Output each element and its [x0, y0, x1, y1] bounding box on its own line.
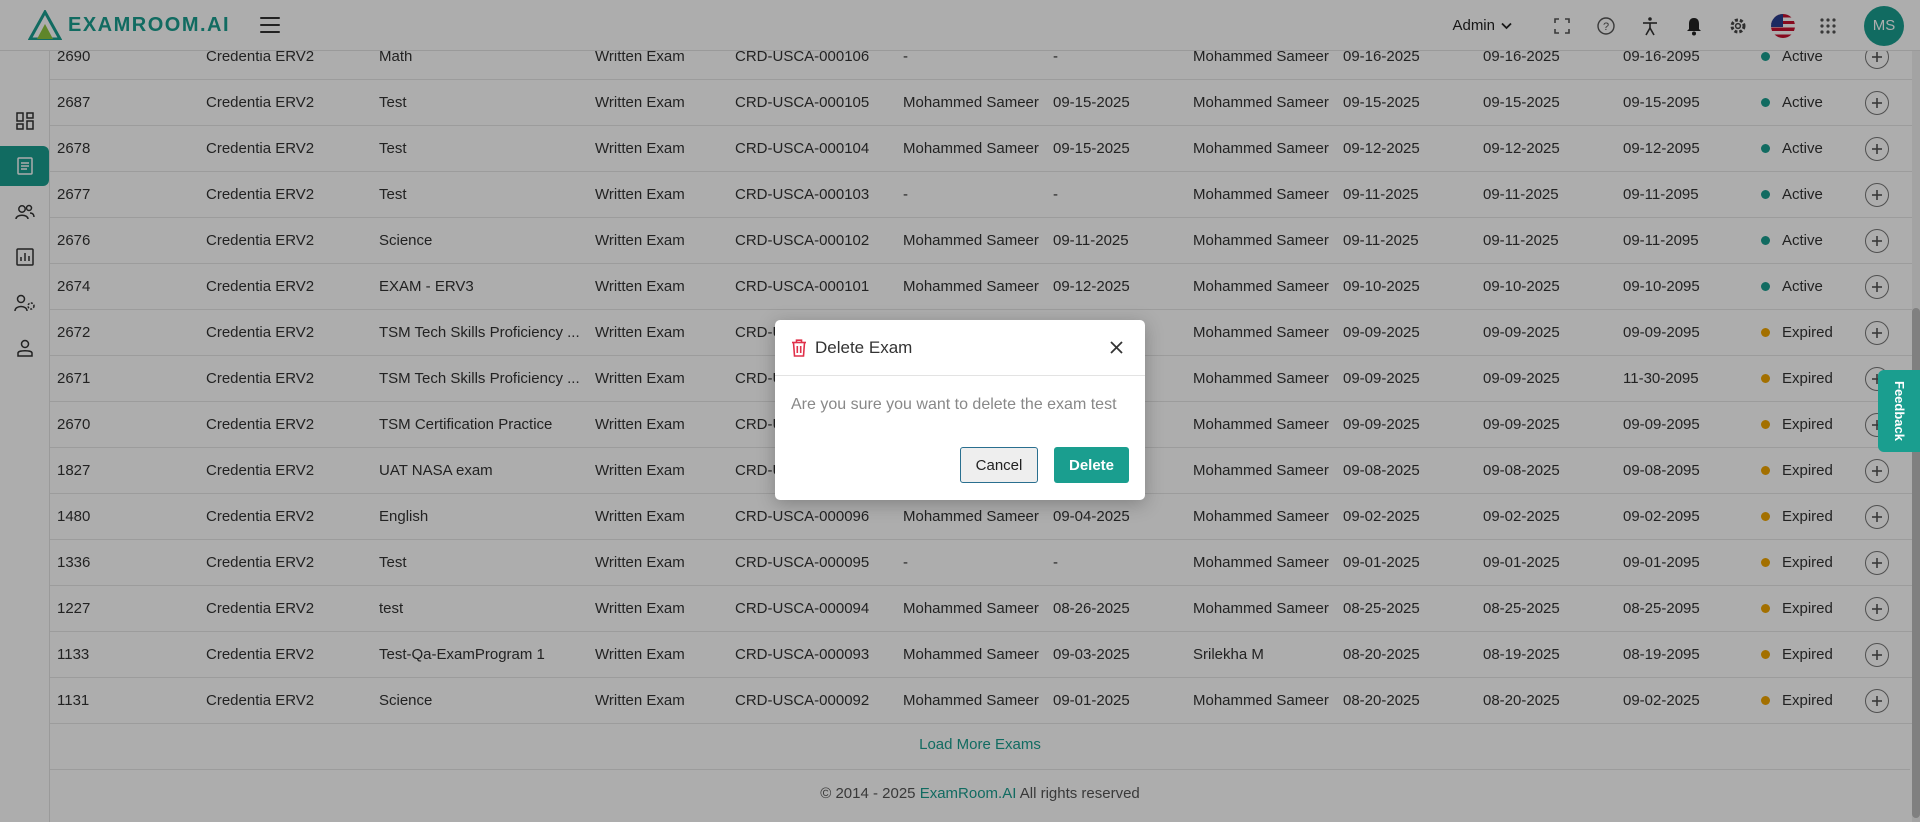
dialog-actions: Cancel Delete — [960, 447, 1129, 483]
dialog-message: Are you sure you want to delete the exam… — [791, 396, 1117, 413]
trash-icon — [792, 338, 806, 357]
close-icon[interactable] — [1108, 339, 1125, 356]
delete-exam-dialog: Delete Exam Are you sure you want to del… — [775, 320, 1145, 500]
cancel-button[interactable]: Cancel — [960, 447, 1038, 483]
dialog-header: Delete Exam — [775, 320, 1145, 376]
delete-button[interactable]: Delete — [1054, 447, 1129, 483]
feedback-tab[interactable]: Feedback — [1878, 370, 1920, 452]
dialog-title: Delete Exam — [815, 337, 913, 357]
